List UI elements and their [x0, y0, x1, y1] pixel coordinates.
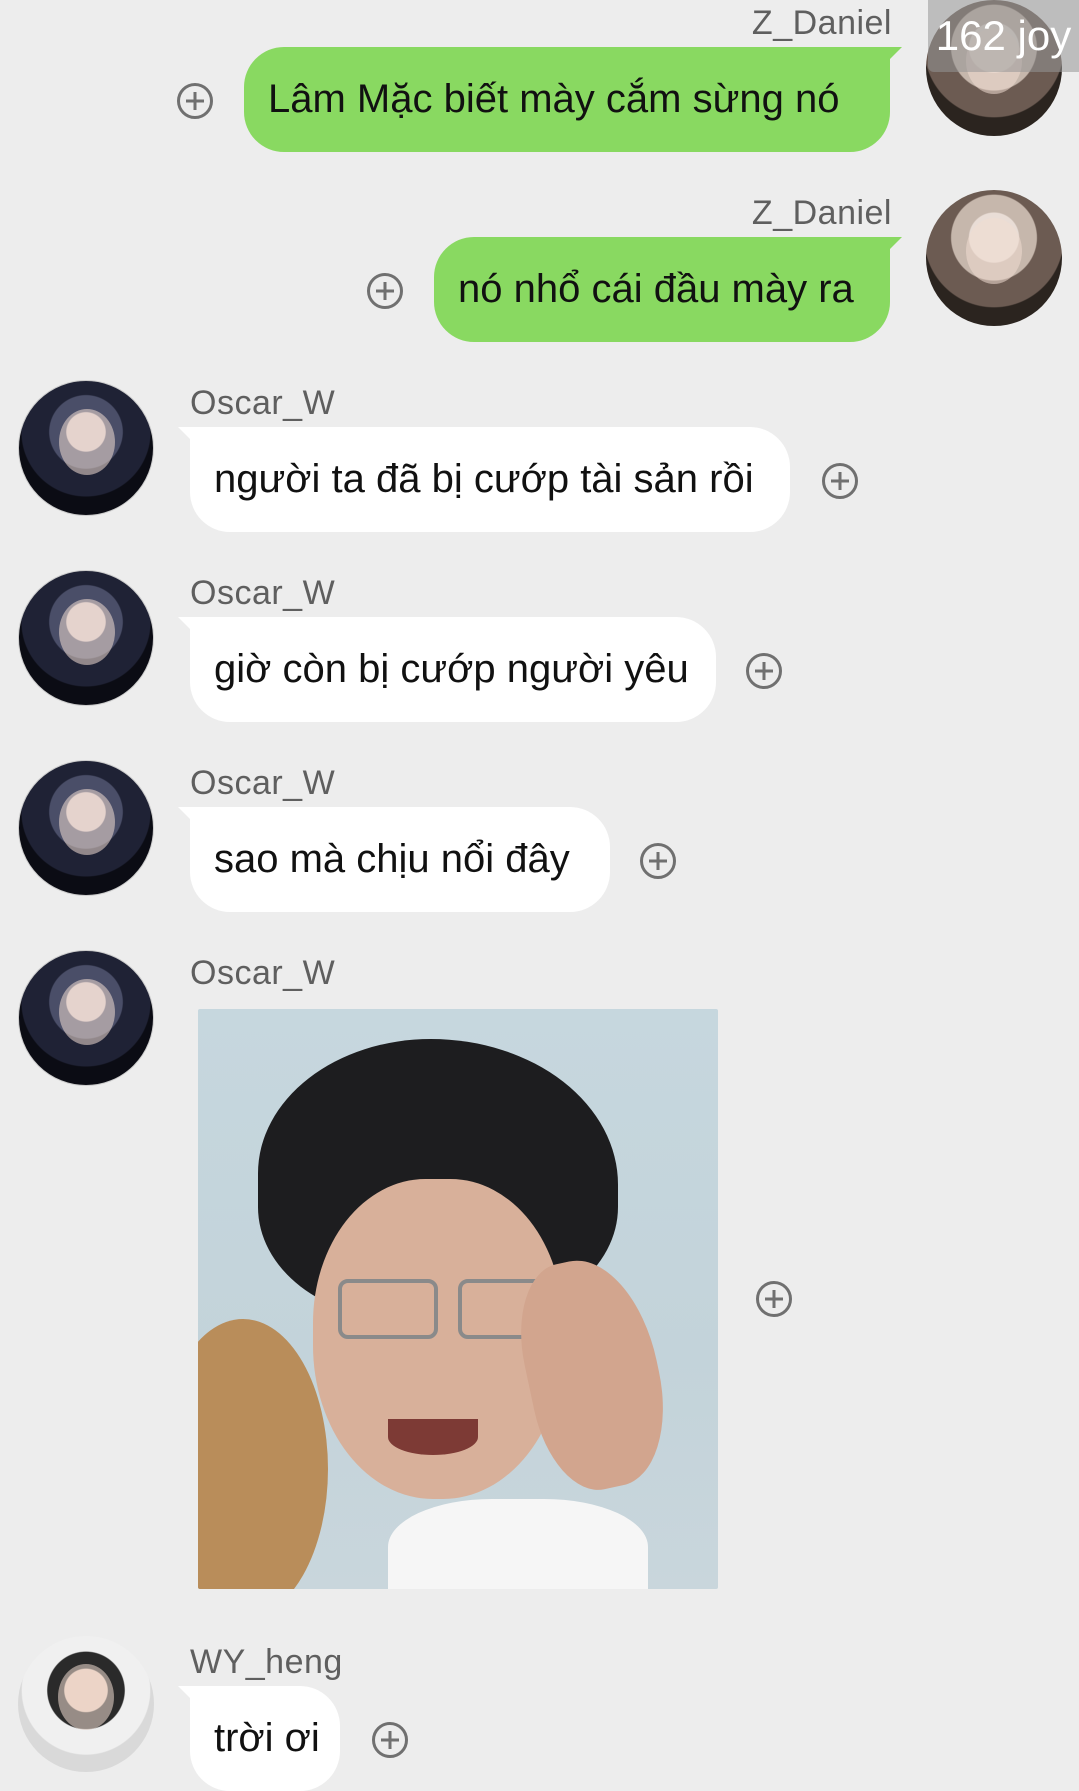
- add-reaction-icon[interactable]: [746, 653, 782, 689]
- message-bubble[interactable]: nó nhổ cái đầu mày ra: [434, 237, 902, 342]
- add-reaction-icon[interactable]: [367, 273, 403, 309]
- avatar-oscar-w[interactable]: [18, 950, 154, 1086]
- avatar-z-daniel[interactable]: [926, 190, 1062, 326]
- add-reaction-icon[interactable]: [756, 1281, 792, 1317]
- avatar-oscar-w[interactable]: [18, 570, 154, 706]
- message-bubble[interactable]: trời ơi: [178, 1686, 340, 1791]
- sender-name: Oscar_W: [190, 954, 336, 992]
- add-reaction-icon[interactable]: [822, 463, 858, 499]
- sender-name: WY_heng: [190, 1643, 343, 1681]
- avatar-wy-heng[interactable]: [18, 1636, 154, 1772]
- message-bubble[interactable]: người ta đã bị cướp tài sản rồi: [178, 427, 790, 532]
- watermark: 162 joy: [928, 0, 1079, 72]
- avatar-oscar-w[interactable]: [18, 760, 154, 896]
- sender-name: Z_Daniel: [751, 4, 892, 42]
- crying-meme-photo[interactable]: [198, 1009, 718, 1589]
- sender-name: Z_Daniel: [751, 194, 892, 232]
- add-reaction-icon[interactable]: [372, 1722, 408, 1758]
- add-reaction-icon[interactable]: [177, 83, 213, 119]
- add-reaction-icon[interactable]: [640, 843, 676, 879]
- message-bubble[interactable]: sao mà chịu nổi đây: [178, 807, 610, 912]
- sender-name: Oscar_W: [190, 384, 336, 422]
- message-bubble[interactable]: giờ còn bị cướp người yêu: [178, 617, 716, 722]
- message-bubble[interactable]: Lâm Mặc biết mày cắm sừng nó: [244, 47, 902, 152]
- sender-name: Oscar_W: [190, 764, 336, 802]
- avatar-oscar-w[interactable]: [18, 380, 154, 516]
- sender-name: Oscar_W: [190, 574, 336, 612]
